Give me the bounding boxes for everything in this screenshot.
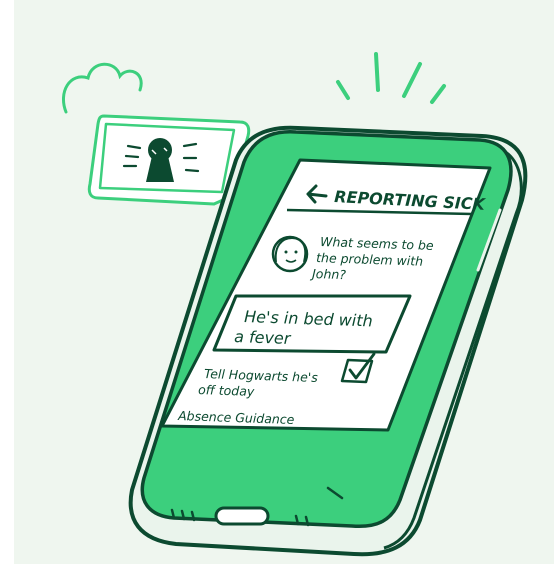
charging-port-icon <box>214 506 270 526</box>
phone-illustration: REPORTING SICK What seems to be the prob… <box>62 52 528 557</box>
question-text-line3: John? <box>309 266 347 282</box>
sparkle-lines-icon <box>336 52 446 104</box>
answer-text-line2: a fever <box>234 327 292 348</box>
avatar-icon <box>271 235 309 273</box>
action-text-line2: off today <box>198 382 255 399</box>
